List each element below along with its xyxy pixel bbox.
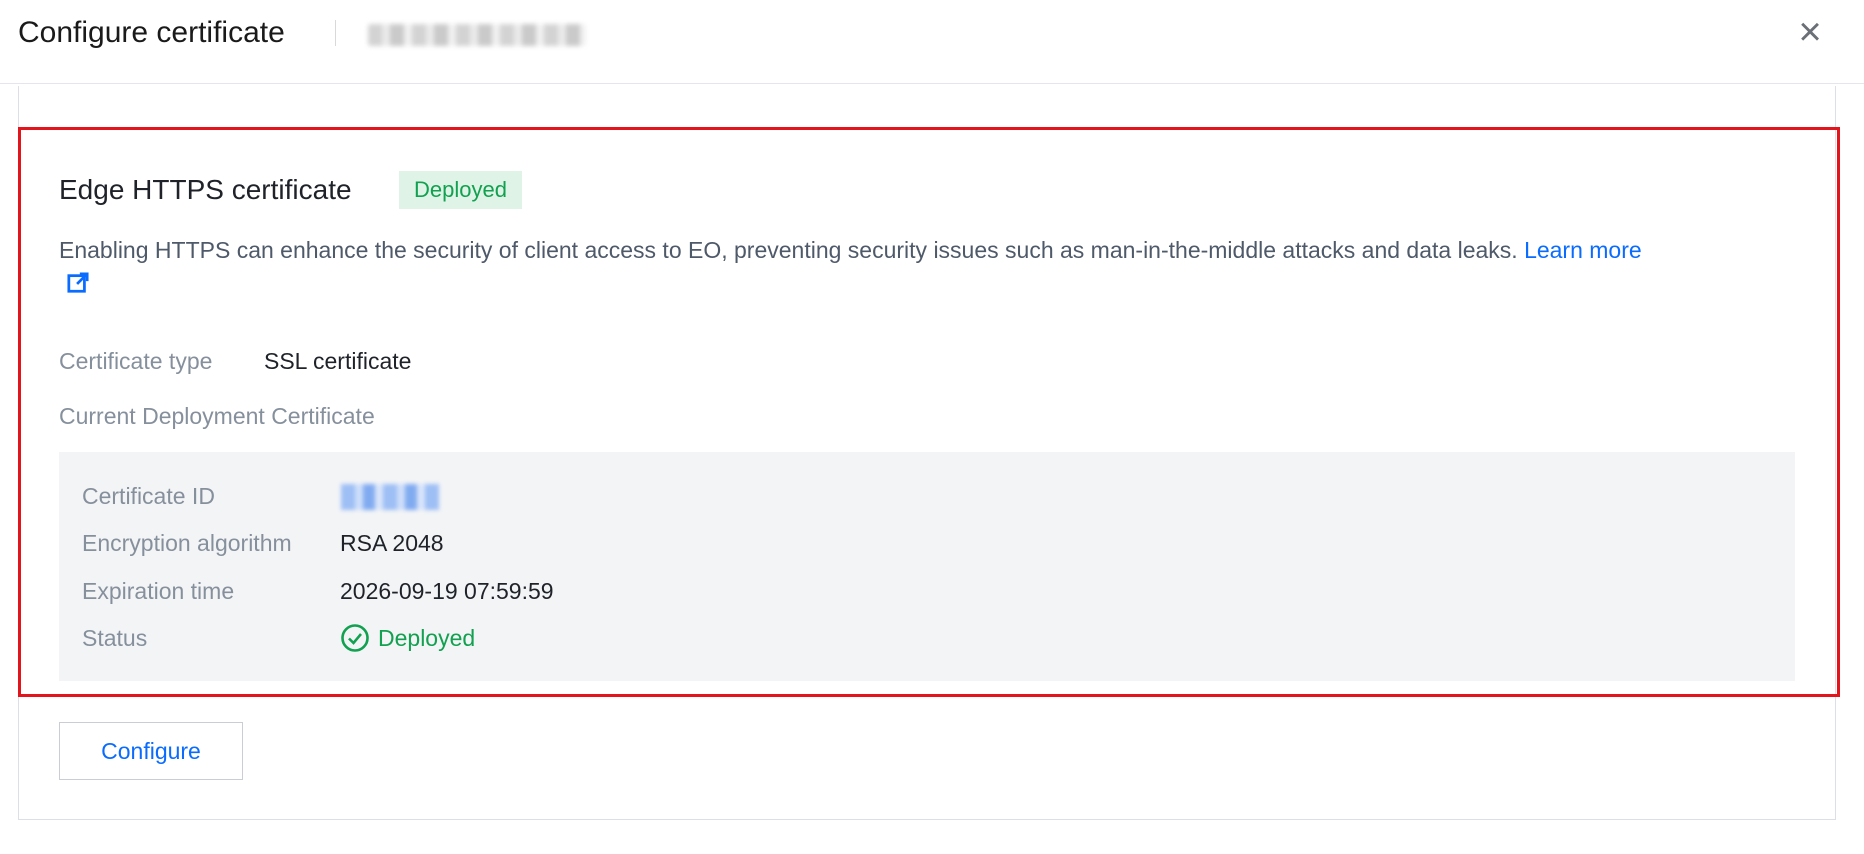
encryption-algorithm-value: RSA 2048 [340, 530, 444, 556]
dialog-header: Configure certificate × [0, 0, 1864, 84]
description-text: Enabling HTTPS can enhance the security … [59, 237, 1518, 263]
expiration-time-label: Expiration time [82, 578, 235, 604]
deployment-info-panel [59, 452, 1795, 681]
section-description: Enabling HTTPS can enhance the security … [59, 234, 1819, 298]
certificate-id-link[interactable] [341, 484, 439, 510]
certificate-type-value: SSL certificate [264, 348, 412, 374]
status-badge: Deployed [399, 171, 522, 209]
expiration-time-value: 2026-09-19 07:59:59 [340, 578, 554, 604]
close-icon[interactable]: × [1792, 12, 1828, 52]
dialog-title: Configure certificate [18, 16, 285, 49]
status-label: Status [82, 625, 148, 651]
certificate-id-label: Certificate ID [82, 483, 215, 509]
external-link-icon[interactable] [67, 272, 89, 294]
certificate-type-label: Certificate type [59, 348, 213, 374]
configure-button[interactable]: Configure [59, 722, 243, 780]
encryption-algorithm-label: Encryption algorithm [82, 530, 292, 556]
learn-more-link[interactable]: Learn more [1524, 237, 1642, 263]
current-deployment-label: Current Deployment Certificate [59, 403, 375, 429]
check-circle-icon [341, 624, 369, 652]
section-title: Edge HTTPS certificate [59, 174, 352, 205]
title-divider [335, 20, 336, 46]
status-value: Deployed [378, 625, 476, 651]
redacted-domain-name [368, 24, 586, 46]
